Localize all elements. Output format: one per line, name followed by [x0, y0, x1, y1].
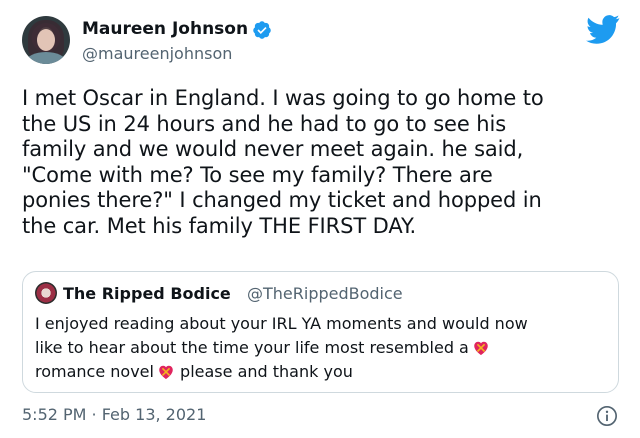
author-handle[interactable]: @maureenjohnson	[82, 44, 232, 63]
quoted-text-line: like to hear about the time your life mo…	[35, 336, 610, 360]
verified-badge-icon	[253, 21, 271, 39]
tweet-text-line: the car. Met his family THE FIRST DAY.	[22, 213, 417, 238]
tweet-timestamp[interactable]: 5:52 PM · Feb 13, 2021	[22, 405, 206, 424]
quoted-text-segment: romance novel	[35, 362, 154, 381]
quoted-tweet[interactable]: The Ripped Bodice @TheRippedBodice I enj…	[22, 271, 619, 393]
tweet-text-line: ponies there?" I changed my ticket and h…	[22, 188, 542, 212]
tweet-text-line: I met Oscar in England. I was going to g…	[22, 86, 544, 110]
tweet-text: I met Oscar in England. I was going to g…	[22, 86, 622, 239]
tweet-text-line: "Come with me? To see my family? There a…	[22, 162, 493, 187]
quoted-tweet-text: I enjoyed reading about your IRL YA mome…	[35, 312, 610, 384]
quoted-text-line: romance novel please and thank you	[35, 360, 610, 384]
quoted-author-avatar[interactable]	[35, 282, 57, 304]
author-display-name[interactable]: Maureen Johnson	[82, 19, 248, 39]
tweet-text-line: family and we would never meet again. he…	[22, 137, 524, 161]
author-avatar[interactable]	[22, 16, 70, 64]
quoted-author-handle[interactable]: @TheRippedBodice	[247, 284, 403, 303]
quoted-text-segment: like to hear about the time your life mo…	[35, 338, 469, 357]
info-icon[interactable]	[596, 405, 618, 427]
heart-with-ribbon-icon	[159, 365, 173, 379]
heart-with-ribbon-icon	[474, 341, 488, 355]
tweet-card: Maureen Johnson @maureenjohnson I met Os…	[0, 0, 640, 438]
avatar-face	[37, 29, 55, 51]
quoted-text-segment: please and thank you	[174, 362, 353, 381]
quoted-author-display-name[interactable]: The Ripped Bodice	[63, 284, 231, 303]
twitter-bird-icon[interactable]	[586, 14, 620, 44]
tweet-text-line: the US in 24 hours and he had to go to s…	[22, 111, 507, 136]
quoted-text-line: I enjoyed reading about your IRL YA mome…	[35, 314, 528, 333]
